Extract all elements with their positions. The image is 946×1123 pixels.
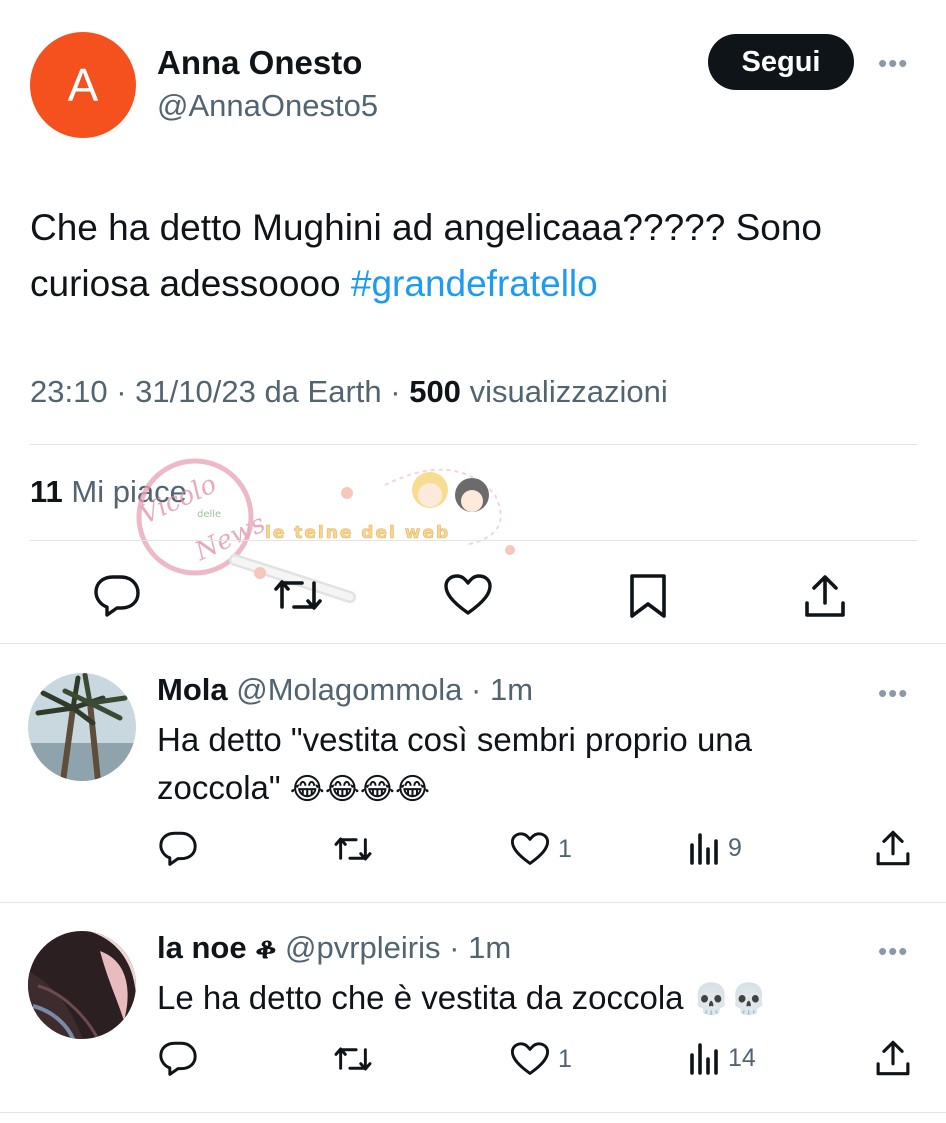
divider: [0, 1112, 946, 1113]
tweet-date[interactable]: 31/10/23: [135, 374, 256, 409]
views-button[interactable]: 9: [688, 831, 742, 865]
divider: [0, 902, 946, 903]
tweet-meta: 23:10 · 31/10/23 da Earth · 500 visualiz…: [30, 374, 668, 410]
reply-avatar[interactable]: [28, 931, 136, 1039]
views-count: 9: [728, 833, 742, 862]
like-button[interactable]: 1: [510, 831, 572, 867]
reply-author-name[interactable]: Mola: [157, 672, 228, 707]
share-icon[interactable]: [802, 573, 848, 619]
watermark-script: Vicolo: [135, 469, 221, 530]
reply-text-line: Le ha detto che è vestita da zoccola: [157, 979, 684, 1016]
tweet-text: Che ha detto Mughini ad angelicaaa????? …: [30, 200, 910, 312]
reply-avatar[interactable]: [28, 673, 136, 781]
reply-author-handle[interactable]: @pvrpleiris: [285, 930, 441, 965]
retweet-icon[interactable]: [332, 1042, 374, 1076]
meta-separator: ·: [471, 672, 482, 707]
reply-author-name[interactable]: la noe ቆ: [157, 930, 276, 965]
like-count: 1: [558, 834, 572, 863]
tweet-time[interactable]: 23:10: [30, 374, 108, 409]
like-count: 1: [558, 1044, 572, 1073]
divider: [30, 444, 918, 445]
meta-separator: ·: [116, 374, 136, 409]
laughing-emoji: 😂😂😂😂: [289, 773, 430, 806]
author-handle[interactable]: @AnnaOnesto5: [157, 88, 378, 124]
reply-text: Ha detto "vestita così sembri proprio un…: [157, 716, 897, 814]
like-button[interactable]: 1: [510, 1041, 572, 1077]
views-icon: [690, 833, 718, 865]
author-name[interactable]: Anna Onesto: [157, 44, 362, 82]
hashtag-link[interactable]: #grandefratello: [351, 263, 598, 304]
retweet-icon[interactable]: [272, 573, 324, 617]
views-icon: [690, 1043, 718, 1075]
views-button[interactable]: 14: [688, 1041, 756, 1075]
like-icon: [510, 832, 550, 865]
author-avatar[interactable]: A: [30, 32, 136, 138]
views-count: 14: [728, 1043, 756, 1072]
like-icon[interactable]: [443, 573, 493, 617]
meta-separator: ·: [390, 374, 410, 409]
views-label: visualizzazioni: [469, 374, 668, 409]
reply-time[interactable]: 1m: [468, 930, 511, 965]
more-options-icon[interactable]: •••: [878, 936, 908, 967]
reply-text-line: zoccola" 😂😂😂😂: [157, 764, 897, 814]
reply-time[interactable]: 1m: [490, 672, 533, 707]
more-options-icon[interactable]: •••: [878, 48, 908, 79]
like-icon: [510, 1042, 550, 1075]
bookmark-icon[interactable]: [628, 573, 668, 619]
likes-count: 11: [30, 474, 63, 509]
reply-icon[interactable]: [158, 830, 198, 866]
reply-text-part: zoccola": [157, 769, 281, 806]
reply-text: Le ha detto che è vestita da zoccola 💀💀: [157, 974, 897, 1024]
share-icon[interactable]: [874, 1039, 912, 1077]
follow-button[interactable]: Segui: [708, 34, 854, 90]
views-count: 500: [409, 374, 461, 409]
divider: [30, 540, 918, 541]
meta-separator: ·: [449, 930, 460, 965]
reply-text-line: Ha detto "vestita così sembri proprio un…: [157, 721, 752, 758]
tweet-source: da Earth: [264, 374, 382, 409]
divider: [0, 643, 946, 644]
share-icon[interactable]: [874, 829, 912, 867]
more-options-icon[interactable]: •••: [878, 678, 908, 709]
watermark-small: delle: [197, 509, 221, 520]
skull-emoji: 💀💀: [692, 983, 768, 1016]
reply-header: Mola @Molagommola · 1m: [157, 672, 533, 708]
reply-icon[interactable]: [93, 573, 141, 617]
avatar-letter: A: [67, 59, 99, 111]
retweet-icon[interactable]: [332, 832, 374, 866]
reply-header: la noe ቆ @pvrpleiris · 1m: [157, 930, 511, 967]
reply-author-handle[interactable]: @Molagommola: [236, 672, 462, 707]
reply-icon[interactable]: [158, 1040, 198, 1076]
